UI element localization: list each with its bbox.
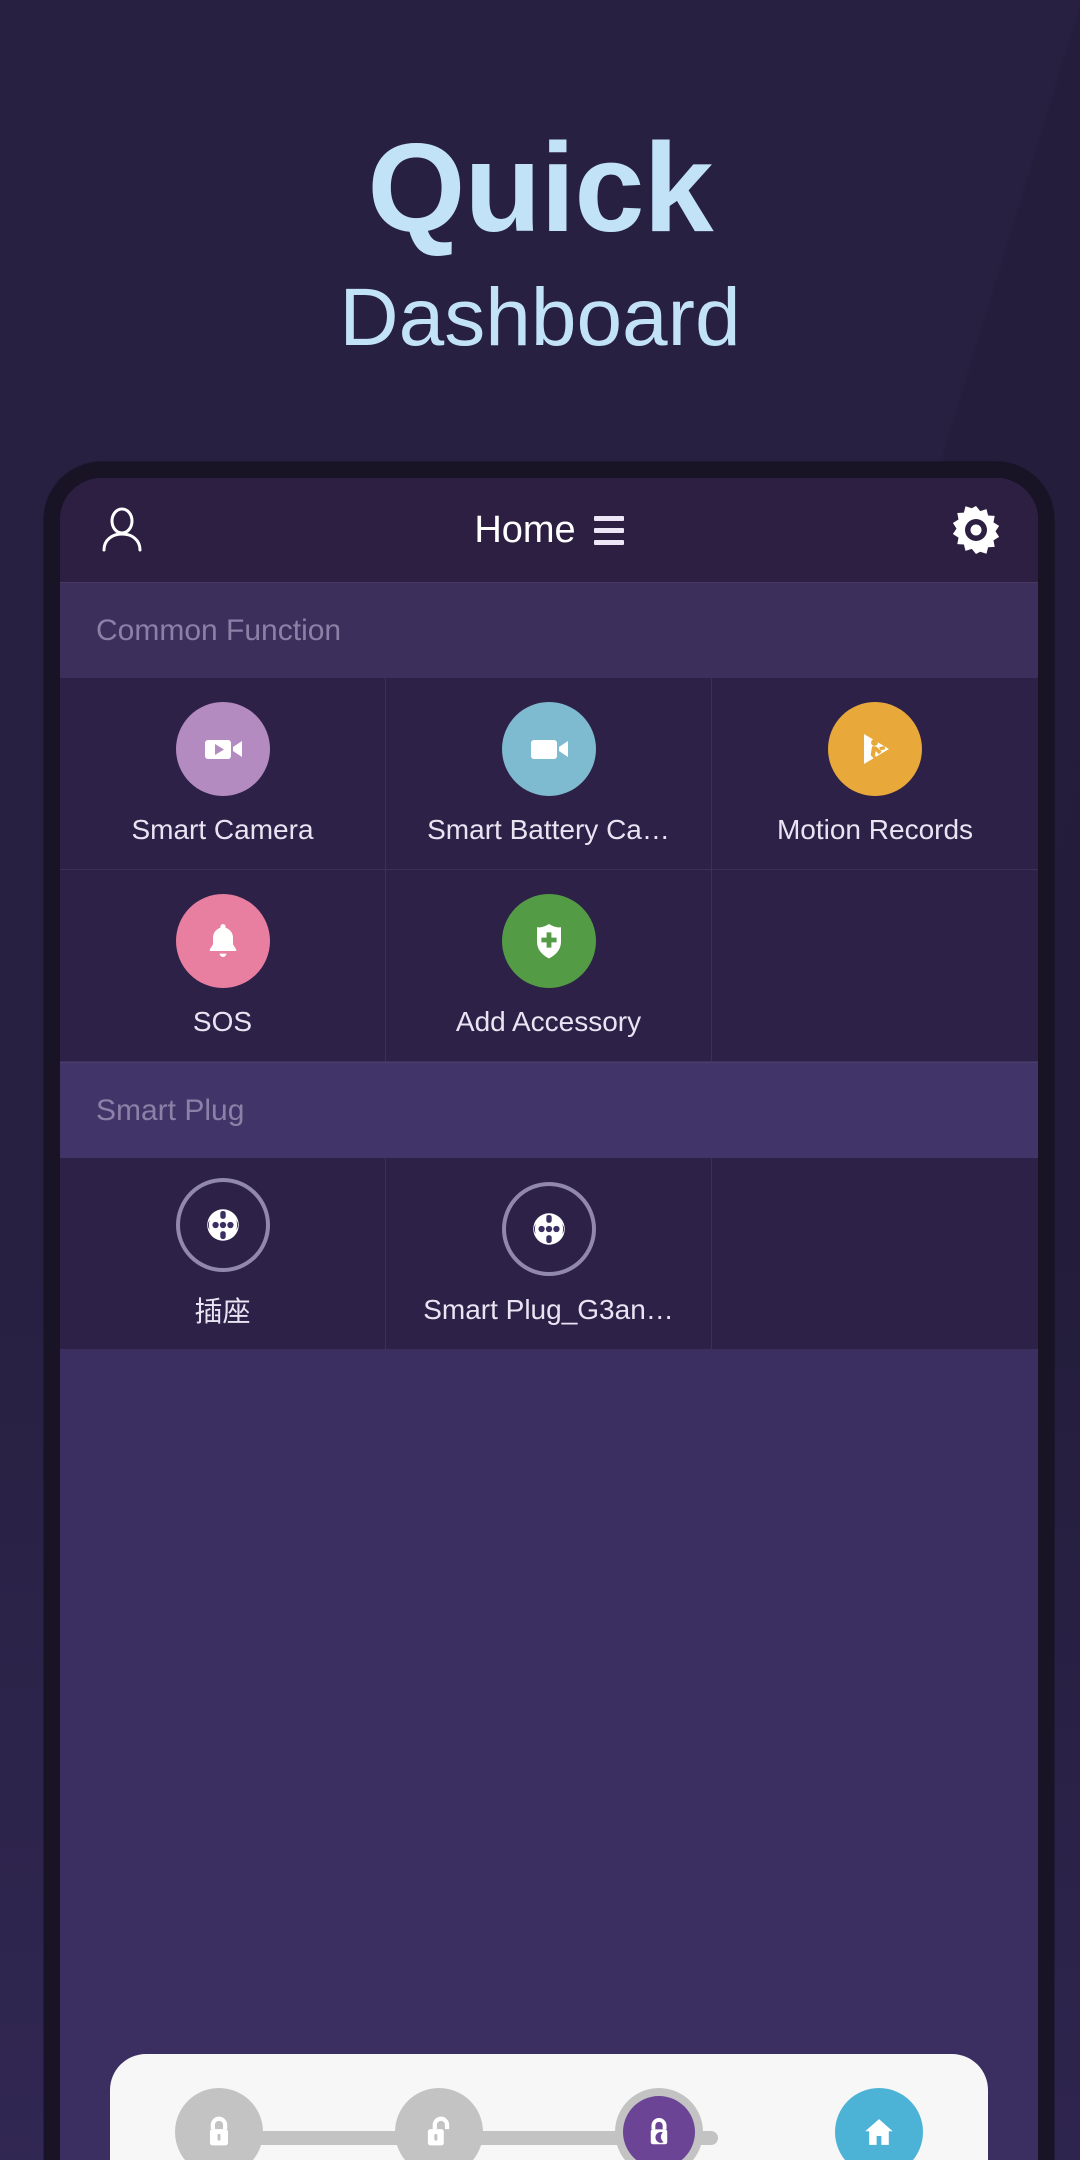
tile-sos[interactable]: SOS xyxy=(60,870,386,1062)
app-header-center: Home xyxy=(60,509,1038,552)
tile-add-accessory[interactable]: Add Accessory xyxy=(386,870,712,1062)
tile-label: Add Accessory xyxy=(455,1005,642,1037)
mode-selector: Arm Disarm xyxy=(144,2088,954,2160)
bell-icon xyxy=(175,893,270,988)
content-spacer xyxy=(60,1350,1038,2160)
lock-moon-icon xyxy=(623,2096,695,2160)
power-socket-icon xyxy=(501,1181,596,1276)
tile-smart-camera[interactable]: Smart Camera xyxy=(60,678,386,870)
mode-arm[interactable]: Arm xyxy=(144,2088,294,2160)
tile-plug-1[interactable]: 插座 xyxy=(60,1158,386,1350)
mode-status[interactable]: Status xyxy=(804,2088,954,2160)
mode-disarm[interactable]: Disarm xyxy=(364,2088,514,2160)
tile-label: Smart Camera xyxy=(131,813,314,845)
tile-empty xyxy=(712,1158,1038,1350)
tile-label: Smart Battery Ca… xyxy=(427,813,670,845)
mode-home-arm[interactable]: Home Arm xyxy=(584,2088,734,2160)
section-header-common-function: Common Function xyxy=(60,582,1038,678)
tile-empty xyxy=(712,870,1038,1062)
app-header: Home xyxy=(60,478,1038,582)
poster-title-secondary: Dashboard xyxy=(339,272,741,363)
page-title: Home xyxy=(474,508,576,551)
section-header-smart-plug: Smart Plug xyxy=(60,1062,1038,1158)
motion-play-icon xyxy=(828,701,922,796)
common-function-grid: Smart Camera Smart Battery Ca… Motion Re… xyxy=(60,678,1038,1062)
video-play-icon xyxy=(175,701,270,796)
video-camera-icon xyxy=(501,701,596,796)
tile-motion-records[interactable]: Motion Records xyxy=(712,678,1038,870)
tile-label: SOS xyxy=(192,1005,253,1037)
power-socket-icon xyxy=(175,1177,270,1272)
tile-smart-battery-camera[interactable]: Smart Battery Ca… xyxy=(386,678,712,870)
phone-mockup: Home Common Function Smart Camera Smart … xyxy=(44,462,1054,2160)
tile-label: Smart Plug_G3an… xyxy=(423,1293,674,1325)
mode-dot-active xyxy=(615,2088,703,2160)
poster-title-primary: Quick xyxy=(367,117,713,258)
bottom-sheet: Arm Disarm xyxy=(110,2054,988,2160)
section-title: Common Function xyxy=(96,613,342,647)
poster-headline: Quick Dashboard xyxy=(0,125,1080,365)
app-screen: Home Common Function Smart Camera Smart … xyxy=(60,478,1038,2160)
person-icon[interactable] xyxy=(96,504,148,556)
hamburger-icon[interactable] xyxy=(593,515,624,545)
section-title: Smart Plug xyxy=(96,1093,245,1127)
tile-plug-2[interactable]: Smart Plug_G3an… xyxy=(386,1158,712,1350)
lock-open-icon xyxy=(395,2088,483,2160)
hamburger-bar xyxy=(593,539,624,545)
shield-plus-icon xyxy=(501,893,596,988)
hamburger-bar xyxy=(593,515,624,521)
gear-icon[interactable] xyxy=(950,504,1002,556)
smart-plug-grid: 插座 Smart Plug_G3an… xyxy=(60,1158,1038,1350)
lock-closed-icon xyxy=(175,2088,263,2160)
tile-label: Motion Records xyxy=(776,813,974,845)
tile-label: 插座 xyxy=(194,1295,251,1327)
home-icon xyxy=(835,2088,923,2160)
hamburger-bar xyxy=(593,527,624,533)
